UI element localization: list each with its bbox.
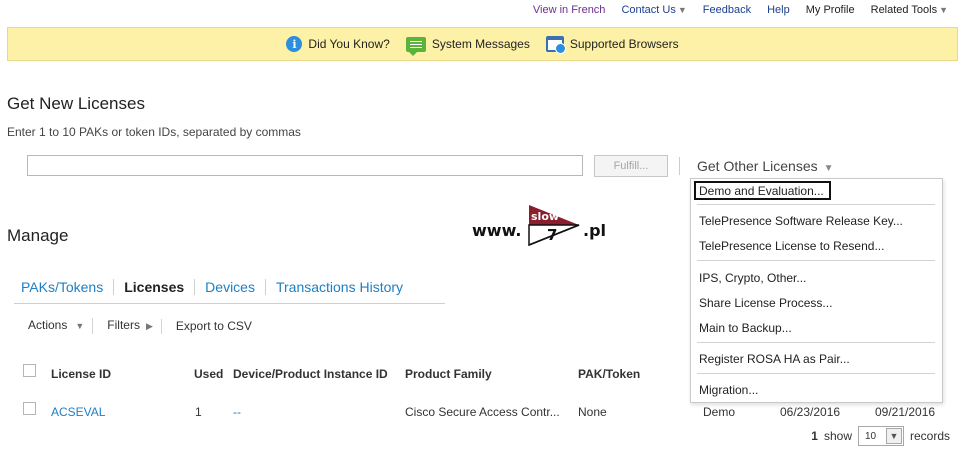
menu-item-share-license[interactable]: Share License Process...	[699, 296, 832, 310]
tab-paks-tokens[interactable]: PAKs/Tokens	[13, 279, 113, 295]
help-link[interactable]: Help	[759, 4, 798, 16]
filters-button[interactable]: Filters ▶	[92, 318, 161, 334]
other-licenses-menu: Demo and Evaluation... TelePresence Soft…	[690, 178, 943, 403]
filters-label: Filters	[107, 318, 140, 332]
manage-tabs: PAKs/Tokens Licenses Devices Transaction…	[13, 279, 413, 295]
manage-title: Manage	[7, 226, 69, 245]
menu-item-main-to-backup[interactable]: Main to Backup...	[699, 321, 792, 335]
page-size-select[interactable]: 10 ▼	[857, 426, 904, 446]
divider	[679, 157, 680, 175]
caret-down-icon: ▼	[75, 321, 85, 331]
cell-start-date: 06/23/2016	[780, 405, 841, 419]
column-header-product-family[interactable]: Product Family	[405, 367, 492, 381]
system-messages-label: System Messages	[431, 37, 530, 51]
pak-token-input[interactable]	[27, 155, 583, 176]
column-header-license-id[interactable]: License ID	[51, 367, 111, 381]
contact-us-link[interactable]: Contact Us ▼	[613, 4, 694, 16]
actions-label: Actions	[28, 318, 68, 332]
tabs-underline	[14, 303, 445, 304]
menu-item-demo-evaluation[interactable]: Demo and Evaluation...	[694, 181, 831, 200]
tab-devices[interactable]: Devices	[194, 279, 265, 295]
browser-check-icon	[545, 36, 566, 54]
supported-browsers-link[interactable]: Supported Browsers	[545, 36, 679, 54]
menu-divider	[697, 204, 935, 205]
actions-button[interactable]: Actions ▼	[22, 318, 92, 334]
watermark-logo: www. slow 7 .pl	[472, 203, 612, 247]
menu-item-telepresence-release-key[interactable]: TelePresence Software Release Key...	[699, 214, 903, 228]
pager: 1 show 10 ▼ records	[811, 426, 950, 446]
license-toolbar: Actions ▼ Filters ▶ Export to CSV	[22, 318, 260, 334]
record-count: 1	[811, 429, 818, 443]
menu-item-register-rosa[interactable]: Register ROSA HA as Pair...	[699, 352, 850, 366]
top-utility-links: View in French Contact Us ▼ Feedback Help…	[525, 4, 956, 16]
watermark-badge-icon: slow 7	[528, 205, 580, 247]
caret-right-icon: ▶	[145, 321, 153, 331]
menu-divider	[697, 342, 935, 343]
tab-transactions-history[interactable]: Transactions History	[264, 279, 413, 295]
notice-banner: i Did You Know? System Messages Supporte…	[7, 27, 958, 61]
get-other-licenses-dropdown[interactable]: Get Other Licenses ▼	[697, 158, 834, 174]
system-messages-link[interactable]: System Messages	[405, 36, 530, 56]
menu-item-telepresence-resend[interactable]: TelePresence License to Resend...	[699, 239, 884, 253]
menu-item-migration[interactable]: Migration...	[699, 383, 758, 397]
caret-down-icon: ▼	[677, 5, 687, 15]
column-header-used[interactable]: Used	[194, 367, 223, 381]
cell-device[interactable]: --	[233, 405, 241, 419]
watermark-badge-bottom: 7	[547, 226, 557, 244]
column-header-pak-token[interactable]: PAK/Token	[578, 367, 640, 381]
pak-input-hint: Enter 1 to 10 PAKs or token IDs, separat…	[7, 125, 301, 139]
caret-down-icon: ▼	[939, 5, 948, 15]
cell-end-date: 09/21/2016	[875, 405, 936, 419]
cell-type: Demo	[703, 405, 736, 419]
records-label: records	[909, 429, 950, 443]
license-id-link[interactable]: ACSEVAL	[51, 405, 105, 419]
menu-divider	[697, 260, 935, 261]
view-in-french-link[interactable]: View in French	[525, 4, 614, 16]
show-label: show	[823, 429, 852, 443]
column-header-device[interactable]: Device/Product Instance ID	[233, 367, 388, 381]
row-checkbox[interactable]	[23, 402, 36, 415]
get-new-licenses-title: Get New Licenses	[7, 94, 145, 113]
watermark-prefix: www.	[472, 221, 522, 240]
cell-product-family: Cisco Secure Access Contr...	[405, 405, 560, 419]
select-all-checkbox[interactable]	[23, 364, 36, 377]
get-other-licenses-label: Get Other Licenses	[697, 158, 818, 174]
feedback-link[interactable]: Feedback	[695, 4, 759, 16]
contact-us-label: Contact Us	[621, 4, 676, 16]
cell-used: 1	[195, 405, 202, 419]
fulfill-button[interactable]: Fulfill...	[594, 155, 668, 177]
page-size-value: 10	[864, 430, 877, 442]
did-you-know-label: Did You Know?	[308, 37, 390, 51]
watermark-badge-top: slow	[531, 210, 559, 223]
menu-divider	[697, 373, 935, 374]
export-csv-button[interactable]: Export to CSV	[160, 318, 260, 334]
chevron-down-icon: ▼	[885, 428, 902, 444]
cell-pak-token: None	[578, 405, 607, 419]
did-you-know-link[interactable]: i Did You Know?	[286, 36, 390, 52]
watermark-suffix: .pl	[583, 221, 607, 240]
my-profile-link[interactable]: My Profile	[798, 4, 863, 16]
tab-licenses[interactable]: Licenses	[113, 279, 194, 295]
related-tools-link[interactable]: Related Tools ▼	[863, 4, 956, 16]
message-icon	[405, 36, 426, 56]
related-tools-label: Related Tools	[870, 4, 938, 16]
info-icon: i	[286, 36, 303, 52]
supported-browsers-label: Supported Browsers	[569, 37, 679, 51]
menu-item-ips-crypto[interactable]: IPS, Crypto, Other...	[699, 271, 806, 285]
caret-down-icon: ▼	[823, 163, 834, 174]
